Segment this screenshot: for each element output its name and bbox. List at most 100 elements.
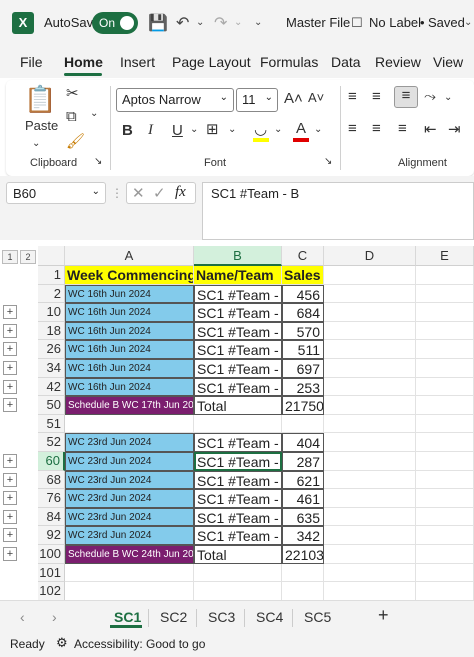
cell-name-team[interactable]: SC1 #Team - D <box>194 489 282 508</box>
cell-empty[interactable] <box>416 396 474 415</box>
cell-name-team[interactable]: SC1 #Team - B <box>194 303 282 322</box>
copy-icon[interactable]: ⧉ <box>66 108 77 125</box>
cell-empty[interactable] <box>416 303 474 322</box>
underline-button[interactable]: U <box>172 122 183 139</box>
cell-empty[interactable] <box>324 563 416 583</box>
column-header-d[interactable]: D <box>324 246 416 266</box>
expand-group-button[interactable]: + <box>3 472 17 487</box>
cell-empty[interactable] <box>324 545 416 564</box>
tab-page-layout[interactable]: Page Layout <box>172 54 251 70</box>
row-header[interactable]: 18 <box>38 321 65 341</box>
borders-icon[interactable]: ⊞ <box>206 120 219 138</box>
cell-name-team[interactable]: Total <box>194 396 282 415</box>
column-header-c[interactable]: C <box>282 246 324 266</box>
cell-name-team[interactable]: Name/Team <box>194 266 282 285</box>
cell-name-team[interactable]: SC1 #Team - D <box>194 340 282 359</box>
fill-color-icon[interactable]: ◡ <box>254 120 267 138</box>
row-header[interactable]: 10 <box>38 303 65 322</box>
align-middle-icon[interactable]: ≡ <box>372 88 381 105</box>
cell-empty[interactable] <box>324 489 416 508</box>
row-header[interactable]: 42 <box>38 377 65 397</box>
expand-group-button[interactable]: + <box>3 342 17 357</box>
cell-empty[interactable] <box>416 321 474 341</box>
font-color-icon[interactable]: A <box>296 120 306 137</box>
expand-group-button[interactable]: + <box>3 379 17 394</box>
expand-group-button[interactable]: + <box>3 509 17 524</box>
align-center-icon[interactable]: ≡ <box>372 120 381 137</box>
copy-dropdown-icon[interactable]: ⌄ <box>90 108 98 119</box>
cell-name-team[interactable]: SC1 #Team - B <box>194 452 282 471</box>
row-header[interactable]: 51 <box>38 414 65 434</box>
row-header[interactable]: 92 <box>38 526 65 545</box>
cell-week-commencing[interactable]: WC 23rd Jun 2024 <box>65 507 194 527</box>
cell-name-team[interactable]: SC1 #Team - G <box>194 377 282 397</box>
cell-name-team[interactable] <box>194 582 282 601</box>
cell-week-commencing[interactable]: WC 16th Jun 2024 <box>65 284 194 304</box>
row-header[interactable]: 76 <box>38 489 65 508</box>
cell-week-commencing[interactable]: Week Commencing <box>65 266 194 285</box>
cell-empty[interactable] <box>416 563 474 583</box>
column-header-b[interactable]: B <box>194 246 282 266</box>
formula-input[interactable]: SC1 #Team - B <box>202 182 474 240</box>
cell-empty[interactable] <box>416 377 474 397</box>
row-header[interactable]: 52 <box>38 433 65 452</box>
sheet-tab-sc3[interactable]: SC3 <box>208 609 235 625</box>
align-bottom-icon[interactable]: ≡ <box>394 86 418 108</box>
row-header[interactable]: 60 <box>38 452 65 471</box>
row-header[interactable]: 2 <box>38 284 65 304</box>
cell-empty[interactable] <box>324 414 416 434</box>
add-sheet-button[interactable]: + <box>378 605 389 626</box>
cell-week-commencing[interactable]: WC 16th Jun 2024 <box>65 321 194 341</box>
prev-sheet-icon[interactable]: ‹ <box>20 609 25 625</box>
cell-sales[interactable]: 461 <box>282 489 324 508</box>
format-painter-icon[interactable]: 🖌 <box>66 132 85 150</box>
cell-week-commencing[interactable]: WC 16th Jun 2024 <box>65 377 194 397</box>
cell-week-commencing[interactable] <box>65 563 194 583</box>
cell-empty[interactable] <box>416 582 474 601</box>
italic-button[interactable]: I <box>148 122 153 139</box>
cell-empty[interactable] <box>416 414 474 434</box>
cell-empty[interactable] <box>324 526 416 545</box>
expand-group-button[interactable]: + <box>3 491 17 506</box>
cell-week-commencing[interactable]: WC 23rd Jun 2024 <box>65 489 194 508</box>
cell-week-commencing[interactable]: WC 16th Jun 2024 <box>65 303 194 322</box>
cell-week-commencing[interactable]: Schedule B WC 24th Jun 2024 <box>65 545 194 564</box>
select-all-corner[interactable] <box>38 246 65 266</box>
cell-name-team[interactable]: Total <box>194 545 282 564</box>
cell-sales[interactable]: 511 <box>282 340 324 359</box>
sheet-tab-sc2[interactable]: SC2 <box>160 609 187 625</box>
cell-sales[interactable]: 253 <box>282 377 324 397</box>
autosave-toggle[interactable]: On <box>92 12 138 34</box>
saved-status[interactable]: Saved <box>428 15 465 30</box>
expand-group-button[interactable]: + <box>3 323 17 338</box>
cell-name-team[interactable] <box>194 563 282 583</box>
orientation-dropdown-icon[interactable]: ⌄ <box>444 92 452 103</box>
cell-week-commencing[interactable]: WC 23rd Jun 2024 <box>65 433 194 452</box>
cell-week-commencing[interactable]: WC 16th Jun 2024 <box>65 359 194 378</box>
sheet-tab-sc5[interactable]: SC5 <box>304 609 331 625</box>
next-sheet-icon[interactable]: › <box>52 609 57 625</box>
cell-name-team[interactable]: SC1 #Team - G <box>194 526 282 545</box>
undo-icon[interactable]: ↶ <box>176 13 189 33</box>
undo-dropdown-icon[interactable]: ⌄ <box>196 17 204 28</box>
font-size-box[interactable]: 11 ⌄ <box>236 88 278 112</box>
expand-group-button[interactable]: + <box>3 528 17 543</box>
align-top-icon[interactable]: ≡ <box>348 88 357 105</box>
cell-empty[interactable] <box>324 321 416 341</box>
customize-toolbar-icon[interactable]: ⌄ <box>254 17 262 28</box>
cell-name-team[interactable]: SC1 #Team - E <box>194 359 282 378</box>
paste-icon[interactable]: 📋 <box>24 84 56 115</box>
cell-empty[interactable] <box>324 582 416 601</box>
cut-icon[interactable]: ✂ <box>66 84 79 102</box>
tab-data[interactable]: Data <box>331 54 361 70</box>
paste-dropdown-icon[interactable]: ⌄ <box>32 138 40 149</box>
tab-formulas[interactable]: Formulas <box>260 54 318 70</box>
row-header[interactable]: 50 <box>38 396 65 415</box>
outline-level-2-button[interactable]: 2 <box>20 250 36 264</box>
font-launcher-icon[interactable]: ↘ <box>324 156 332 167</box>
sheet-tab-sc1[interactable]: SC1 <box>114 609 141 625</box>
cell-week-commencing[interactable]: WC 23rd Jun 2024 <box>65 526 194 545</box>
name-box[interactable]: B60 ⌄ <box>6 182 106 204</box>
row-header[interactable]: 84 <box>38 507 65 527</box>
grow-font-icon[interactable]: A˄ <box>284 90 303 107</box>
